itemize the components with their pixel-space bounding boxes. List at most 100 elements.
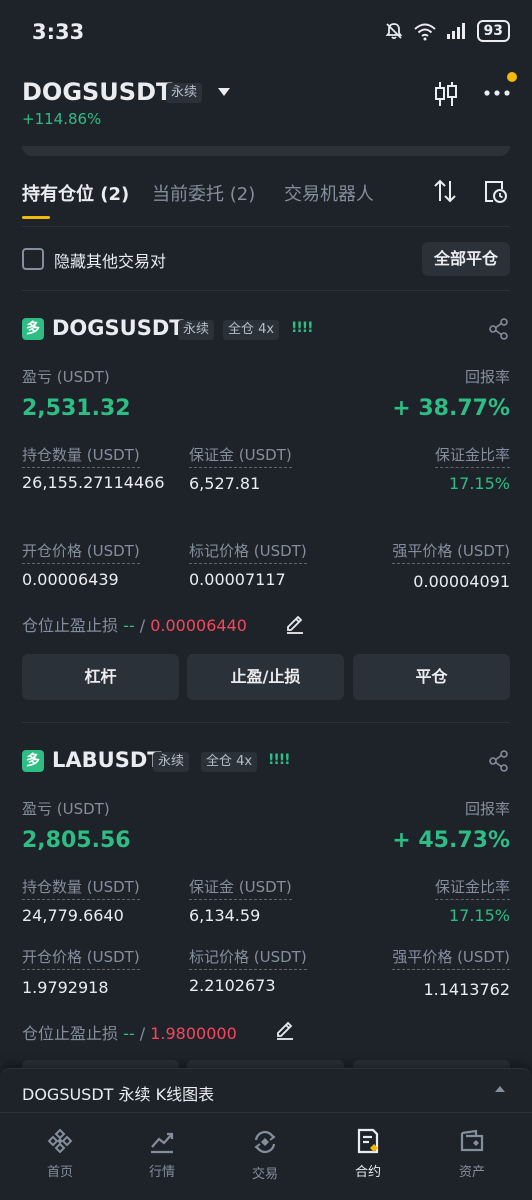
position-symbol[interactable]: LABUSDT (52, 748, 162, 772)
mark-price-label[interactable]: 标记价格 (USDT) (189, 540, 307, 564)
hide-others-label[interactable]: 隐藏其他交易对 (54, 248, 166, 272)
liq-price-label[interactable]: 强平价格 (USDT) (392, 946, 510, 970)
long-badge: 多 (22, 750, 44, 772)
margin-ratio-label[interactable]: 保证金比率 (434, 876, 510, 900)
hide-others-row: 隐藏其他交易对 全部平仓 (22, 242, 510, 276)
pair-symbol[interactable]: DOGSUSDT (22, 78, 172, 106)
share-icon[interactable] (488, 318, 510, 340)
dropdown-icon[interactable] (216, 86, 232, 98)
tpsl-button[interactable]: 止盈/止损 (187, 654, 344, 700)
tpsl-separator: / (139, 1024, 146, 1043)
close-all-button[interactable]: 全部平仓 (421, 242, 510, 276)
battery-icon: 93 (476, 20, 510, 42)
nav-trade[interactable]: 交易 (225, 1127, 305, 1182)
nav-assets[interactable]: 资产 (432, 1127, 512, 1180)
hide-others-checkbox[interactable] (22, 248, 44, 270)
tab-open-orders[interactable]: 当前委托 (2) (152, 180, 255, 206)
bell-off-icon (385, 23, 402, 40)
caret-up-icon[interactable] (494, 1085, 506, 1093)
position-card-labusdt: 多 LABUSDT 永续 全仓 4x !!!! 盈亏 (USDT) 回报率 2,… (22, 748, 510, 1106)
mark-price-value: 0.00007117 (189, 570, 286, 589)
card-header: 多 LABUSDT 永续 全仓 4x !!!! (22, 748, 510, 776)
margin-label[interactable]: 保证金 (USDT) (189, 444, 292, 468)
pair-header: DOGSUSDT 永续 +114.86% (0, 64, 532, 150)
status-icons: 93 (384, 20, 510, 42)
pnl-label: 盈亏 (USDT) (22, 800, 110, 818)
nav-futures[interactable]: 合约 (328, 1127, 408, 1180)
nav-markets[interactable]: 行情 (122, 1127, 202, 1180)
entry-price-value: 1.9792918 (22, 978, 109, 997)
contract-type-tag: 永续 (166, 83, 203, 103)
edit-icon[interactable] (284, 612, 306, 634)
price-change: +114.86% (22, 110, 102, 128)
nav-home[interactable]: 首页 (20, 1127, 100, 1180)
tab-positions[interactable]: 持有仓位 (2) (22, 180, 129, 206)
wifi-icon (413, 23, 436, 41)
signal-icon (446, 23, 465, 39)
active-tab-indicator (22, 216, 50, 219)
size-value: 24,779.6640 (22, 906, 124, 925)
assets-icon (460, 1129, 484, 1152)
size-label[interactable]: 持仓数量 (USDT) (22, 876, 140, 900)
more-icon[interactable] (484, 89, 510, 97)
nav-futures-label: 合约 (354, 1165, 381, 1180)
liq-price-value: 0.00004091 (413, 572, 510, 591)
card-divider (22, 722, 510, 723)
adl-indicator: !!!! (291, 320, 314, 336)
margin-ratio-label[interactable]: 保证金比率 (434, 444, 510, 468)
markets-icon (151, 1132, 174, 1154)
size-label[interactable]: 持仓数量 (USDT) (22, 444, 140, 468)
futures-icon (357, 1128, 379, 1154)
mark-price-label[interactable]: 标记价格 (USDT) (189, 946, 307, 970)
margin-mode-tag[interactable]: 全仓 4x (223, 320, 280, 340)
tpsl-separator: / (139, 616, 146, 635)
pnl-label: 盈亏 (USDT) (22, 368, 110, 386)
size-value: 26,155.27114466 (22, 473, 165, 492)
notification-dot (507, 72, 517, 82)
margin-mode-tag[interactable]: 全仓 4x (201, 752, 258, 772)
tabs-divider (22, 226, 510, 227)
margin-ratio-value: 17.15% (448, 474, 510, 493)
edit-icon[interactable] (274, 1018, 296, 1040)
position-symbol[interactable]: DOGSUSDT (52, 316, 184, 340)
share-icon[interactable] (488, 750, 510, 772)
contract-tag: 永续 (153, 752, 190, 772)
nav-assets-label: 资产 (458, 1165, 485, 1180)
leverage-button[interactable]: 杠杆 (22, 654, 179, 700)
entry-price-label[interactable]: 开仓价格 (USDT) (22, 946, 140, 970)
tpsl-row: 仓位止盈止损 -- / 1.9800000 (22, 1020, 237, 1044)
long-badge: 多 (22, 318, 44, 340)
candlestick-icon[interactable] (433, 80, 459, 108)
tp-value: -- (123, 1024, 135, 1043)
adl-indicator: !!!! (268, 752, 291, 768)
sl-value: 0.00006440 (150, 616, 247, 635)
position-tabs: 持有仓位 (2) 当前委托 (2) 交易机器人 (22, 178, 510, 220)
margin-value: 6,527.81 (189, 474, 261, 493)
pnl-value: 2,531.32 (22, 396, 131, 421)
entry-price-label[interactable]: 开仓价格 (USDT) (22, 540, 140, 564)
collapsed-panel-edge (22, 146, 510, 156)
margin-ratio-value: 17.15% (448, 906, 510, 925)
nav-home-label: 首页 (46, 1165, 73, 1180)
sl-value: 1.9800000 (150, 1024, 237, 1043)
entry-price-value: 0.00006439 (22, 570, 119, 589)
kline-chart-label[interactable]: DOGSUSDT 永续 K线图表 (22, 1081, 214, 1105)
kline-chart-bar[interactable]: DOGSUSDT 永续 K线图表 (0, 1068, 532, 1112)
margin-label[interactable]: 保证金 (USDT) (189, 876, 292, 900)
nav-markets-label: 行情 (148, 1165, 175, 1180)
sort-icon[interactable] (432, 178, 458, 204)
tpsl-label: 仓位止盈止损 (22, 1024, 119, 1043)
tab-trading-bots[interactable]: 交易机器人 (284, 180, 374, 206)
roi-value: + 45.73% (392, 828, 510, 853)
status-bar: 3:33 93 (0, 0, 532, 64)
liq-price-label[interactable]: 强平价格 (USDT) (392, 540, 510, 564)
close-position-button[interactable]: 平仓 (353, 654, 510, 700)
list-divider (22, 290, 510, 291)
margin-value: 6,134.59 (189, 906, 261, 925)
futures-positions-screen: 3:33 93 DOGSUSDT 永续 +114.86% 持有仓位 (2) 当前… (0, 0, 532, 1200)
nav-trade-label: 交易 (251, 1167, 278, 1182)
tpsl-label: 仓位止盈止损 (22, 616, 119, 635)
roi-value: + 38.77% (392, 396, 510, 421)
pnl-value: 2,805.56 (22, 828, 131, 853)
order-history-icon[interactable] (482, 178, 508, 204)
